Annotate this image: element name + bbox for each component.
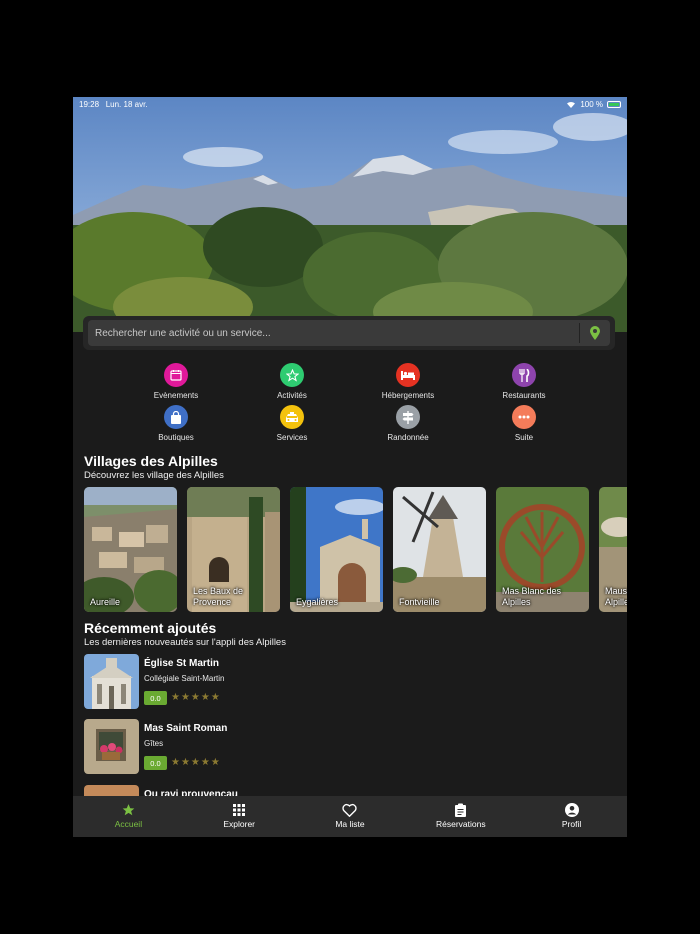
village-card-eygalieres[interactable]: Eygalières <box>290 487 383 612</box>
rating-stars-icon: ★★★★★ <box>171 757 221 768</box>
villages-carousel[interactable]: Aureille Les Baux de Provence Eygalières… <box>84 487 627 613</box>
location-button[interactable] <box>580 320 610 346</box>
item-thumbnail <box>84 719 139 774</box>
tab-bar: Accueil Explorer Ma liste Réservations P… <box>73 796 627 837</box>
more-icon <box>512 405 536 429</box>
tab-reservations[interactable]: Réservations <box>405 796 516 837</box>
user-icon <box>564 803 579 817</box>
status-date: Lun. 18 avr. <box>105 99 148 109</box>
village-label: Eygalières <box>296 597 339 607</box>
search-input[interactable] <box>88 326 579 340</box>
category-randonnee[interactable]: Randonnée <box>350 405 466 442</box>
tab-label: Accueil <box>114 819 143 829</box>
status-time: 19:28 <box>79 99 100 109</box>
heart-icon <box>342 803 358 817</box>
category-boutiques[interactable]: Boutiques <box>118 405 234 442</box>
categories-row-1: Evènements Activités Hébergements Restau… <box>118 363 583 400</box>
tab-accueil[interactable]: Accueil <box>73 796 184 837</box>
star-icon <box>280 363 304 387</box>
rating-score: 0.0 <box>144 756 167 770</box>
rating-stars-icon: ★★★★★ <box>171 692 221 703</box>
tab-label: Profil <box>561 819 582 829</box>
bag-icon <box>164 405 188 429</box>
tab-label: Explorer <box>223 819 256 829</box>
star-icon <box>122 804 135 816</box>
village-card-maussane[interactable]: Maussane les Alpilles <box>599 487 627 612</box>
category-label: Randonnée <box>387 433 429 442</box>
village-label: Mas Blanc des Alpilles <box>502 586 562 607</box>
village-label: Fontvieille <box>399 597 440 607</box>
category-label: Hébergements <box>381 391 435 400</box>
search-box <box>88 320 610 346</box>
wifi-icon <box>566 100 576 108</box>
bed-icon <box>396 363 420 387</box>
recent-title: Récemment ajoutés <box>84 620 217 636</box>
map-pin-icon <box>590 326 600 340</box>
village-card-aureille[interactable]: Aureille <box>84 487 177 612</box>
status-bar: 19:28 Lun. 18 avr. 100 % <box>73 97 627 111</box>
item-thumbnail <box>84 654 139 709</box>
village-card-les-baux[interactable]: Les Baux de Provence <box>187 487 280 612</box>
tab-explorer[interactable]: Explorer <box>184 796 295 837</box>
item-subtitle: Gîtes <box>144 739 164 748</box>
search-bar <box>83 316 615 350</box>
category-label: Activités <box>277 391 307 400</box>
clipboard-icon <box>455 803 467 817</box>
item-subtitle: Collégiale Saint-Martin <box>144 674 225 683</box>
tab-profil[interactable]: Profil <box>516 796 627 837</box>
taxi-icon <box>280 405 304 429</box>
category-restaurants[interactable]: Restaurants <box>466 363 582 400</box>
category-suite[interactable]: Suite <box>466 405 582 442</box>
village-label: Maussane les Alpilles <box>605 586 627 607</box>
villages-subtitle: Découvrez les village des Alpilles <box>84 470 224 481</box>
category-label: Evènements <box>153 391 199 400</box>
utensils-icon <box>512 363 536 387</box>
category-evenements[interactable]: Evènements <box>118 363 234 400</box>
category-label: Boutiques <box>158 433 194 442</box>
categories-row-2: Boutiques Services Randonnée Suite <box>118 405 583 442</box>
category-label: Suite <box>514 433 534 442</box>
village-label: Les Baux de Provence <box>193 586 244 607</box>
item-title: Église St Martin <box>144 658 220 669</box>
category-label: Restaurants <box>502 391 546 400</box>
battery-icon <box>607 100 621 108</box>
grid-icon <box>233 804 246 816</box>
signpost-icon <box>396 405 420 429</box>
category-activites[interactable]: Activités <box>234 363 350 400</box>
recent-item-eglise-st-martin[interactable]: Église St Martin Collégiale Saint-Martin… <box>84 654 614 710</box>
recent-item-mas-saint-roman[interactable]: Mas Saint Roman Gîtes 0.0 ★★★★★ <box>84 719 614 775</box>
recent-subtitle: Les dernières nouveautés sur l'appli des… <box>84 637 286 648</box>
item-title: Mas Saint Roman <box>144 723 228 734</box>
tab-label: Ma liste <box>335 819 365 829</box>
tab-ma-liste[interactable]: Ma liste <box>295 796 406 837</box>
tab-label: Réservations <box>435 819 486 829</box>
village-card-mas-blanc[interactable]: Mas Blanc des Alpilles <box>496 487 589 612</box>
village-card-fontvieille[interactable]: Fontvieille <box>393 487 486 612</box>
villages-title: Villages des Alpilles <box>84 453 218 469</box>
battery-level: 100 % <box>580 99 603 109</box>
village-label: Aureille <box>90 597 121 607</box>
hero-image: 19:28 Lun. 18 avr. 100 % <box>73 97 627 332</box>
category-label: Services <box>276 433 308 442</box>
category-hebergements[interactable]: Hébergements <box>350 363 466 400</box>
calendar-icon <box>164 363 188 387</box>
app-screen: 19:28 Lun. 18 avr. 100 % Rechercher une … <box>73 97 627 837</box>
category-services[interactable]: Services <box>234 405 350 442</box>
rating-score: 0.0 <box>144 691 167 705</box>
